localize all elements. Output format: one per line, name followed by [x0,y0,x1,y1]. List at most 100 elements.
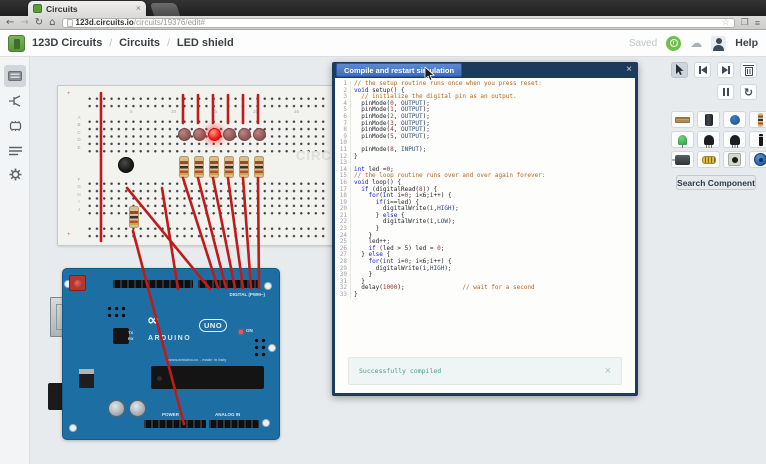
step-forward-button[interactable] [717,62,734,78]
rx-label: RX [128,336,134,341]
resistor-component[interactable] [179,156,189,178]
cursor-icon [676,64,684,75]
led-component-lit[interactable] [207,128,221,141]
compile-restart-button[interactable]: Compile and restart simulation [336,63,463,77]
breadboard-top-rail[interactable] [84,93,329,108]
breadboard-grid-top[interactable] [84,116,329,153]
palette-item-dc-motor[interactable] [671,151,694,168]
panel-close-icon[interactable]: × [624,65,634,75]
compile-status-box: Successfully compiled × [348,357,622,385]
breadboard-bottom-rail[interactable] [84,223,329,238]
code-line[interactable]: 30 } [335,272,633,279]
breadcrumb-separator: / [167,37,170,49]
palette-item-green-led[interactable] [671,131,694,148]
select-tool-button[interactable] [671,62,688,78]
history-clock-icon[interactable] [666,35,682,51]
reload-icon[interactable]: ↻ [35,17,43,28]
column-label: 5 [130,109,133,114]
code-line[interactable]: 12} [335,153,633,161]
led-component[interactable] [177,128,191,141]
led-component[interactable] [222,128,236,141]
cloud-icon[interactable]: ☁ [690,37,702,49]
resistor-component[interactable] [194,156,204,178]
palette-item-diode[interactable] [749,131,766,148]
breadboard[interactable]: + + CIRCUITS ABCDEFGHIJ51015202530 [57,85,364,246]
bookmark-star-icon[interactable]: ☆ [722,17,730,28]
breadcrumb-project[interactable]: LED shield [177,37,234,49]
code-line[interactable]: 33} [335,291,633,299]
resistor-component[interactable] [239,156,249,178]
palette-item-npn-transistor[interactable] [697,131,720,148]
code-line[interactable]: 9 pinMode(5, OUTPUT); [335,133,633,141]
code-line[interactable]: 23 } [335,225,633,233]
code-panel-titlebar: Compile and restart simulation × [332,62,638,78]
led-component[interactable] [192,128,206,141]
restart-button[interactable]: ↻ [740,84,757,100]
resistor-component[interactable] [254,156,264,178]
url-bar[interactable]: 123d.circuits.io/circuits/19376/edit# ☆ [61,17,735,28]
reset-button[interactable] [69,275,86,291]
ceramic-capacitor-icon [729,114,740,125]
sidebar-item-breadboard-view[interactable] [4,65,26,87]
help-link[interactable]: Help [735,37,758,49]
palette-item-pnp-transistor[interactable] [723,131,746,148]
avatar[interactable] [711,35,727,51]
sidebar-item-component-list[interactable] [4,140,26,162]
sidebar-item-settings[interactable] [4,163,26,185]
forward-icon[interactable]: → [20,17,28,28]
palette-item-ceramic-capacitor[interactable] [723,111,746,128]
search-component-button[interactable]: Search Component [676,175,756,190]
digital-header-pins[interactable] [113,280,193,288]
app-logo-icon[interactable] [8,34,25,52]
led-component[interactable] [237,128,251,141]
pushbutton-component[interactable] [118,157,134,173]
tab-close-icon[interactable]: × [136,4,141,13]
palette-item-resistor[interactable] [749,111,766,128]
breadboard-view-icon [8,71,22,81]
resistor-component[interactable] [129,206,139,228]
breadboard-grid-bottom[interactable] [84,178,329,215]
status-close-icon[interactable]: × [605,365,611,377]
resistor-component[interactable] [209,156,219,178]
palette-item-potentiometer[interactable] [749,151,766,168]
row-label: J [77,206,81,212]
usb-chip [113,328,129,344]
code-line[interactable]: 22 digitalWrite(i,LOW); [335,219,633,227]
digital-header-pins[interactable] [198,280,259,288]
code-line[interactable]: 11 pinMode(8, INPUT); [335,146,633,154]
browser-tab[interactable]: Circuits × [28,1,146,16]
browser-tabbar: Circuits × [0,0,766,16]
editor-canvas[interactable]: + + CIRCUITS ABCDEFGHIJ51015202530 DIGIT… [0,57,766,464]
favicon-icon [33,4,42,13]
code-editor-panel[interactable]: Compile and restart simulation × 1// the… [332,62,638,396]
new-tab-button[interactable] [149,3,181,16]
analog-header-pins[interactable] [209,420,259,428]
power-header-pins[interactable] [144,420,206,428]
palette-item-pushbutton[interactable] [723,151,746,168]
led-component[interactable] [252,128,266,141]
browser-navbar: ← → ↻ ⌂ 123d.circuits.io/circuits/19376/… [0,16,766,30]
potentiometer-icon [754,153,766,166]
sidebar-item-schematic-view[interactable] [4,90,26,112]
resistor-component[interactable] [224,156,234,178]
pages-icon[interactable]: ❐ [741,17,749,28]
code-area[interactable]: 1// the setup routine runs once when you… [335,80,633,299]
delete-button[interactable] [740,62,757,78]
palette-item-electrolytic-capacitor[interactable] [697,111,720,128]
pause-button[interactable] [717,84,734,100]
code-line[interactable]: 29 digitalWrite(i,HIGH); [335,265,633,273]
breadboard-icon [675,116,690,123]
home-icon[interactable]: ⌂ [49,17,55,28]
sidebar-item-pcb-view[interactable] [4,115,26,137]
menu-icon[interactable]: ≡ [755,18,760,28]
palette-item-breadboard[interactable] [671,111,694,128]
breadcrumb-circuits[interactable]: Circuits [119,37,160,49]
made-in-italy-label: www.arduino.cc - made in italy [168,357,227,362]
arduino-uno-board[interactable]: DIGITAL (PWM~) TX RX ∞ UNO ARDUINO ON ww… [62,268,280,440]
palette-item-photoresistor[interactable] [697,151,720,168]
back-icon[interactable]: ← [6,17,14,28]
step-back-button[interactable] [694,62,711,78]
brand-title[interactable]: 123D Circuits [32,37,102,49]
line-number: 33 [335,291,351,299]
code-line[interactable]: 32 delay(1000); // wait for a second [335,285,633,292]
